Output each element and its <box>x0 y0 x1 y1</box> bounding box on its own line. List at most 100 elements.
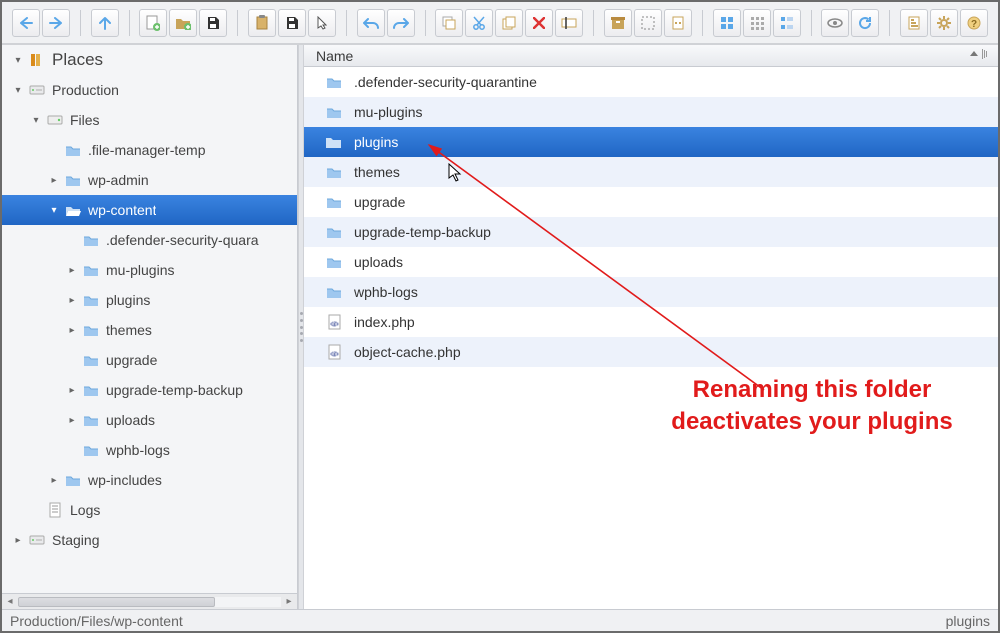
tree-item-label: wp-content <box>88 202 156 218</box>
list-item-label: index.php <box>354 314 415 330</box>
grid-small-icon <box>750 16 764 30</box>
tree-item-label: uploads <box>106 412 155 428</box>
tree-item-file-manager-temp[interactable]: .file-manager-temp <box>2 135 297 165</box>
annotation-text: Renaming this folder deactivates your pl… <box>652 374 972 439</box>
list-item-wphb-logs[interactable]: wphb-logs <box>304 277 998 307</box>
tree-item-wp-content[interactable]: ▾ wp-content <box>2 195 297 225</box>
disclosure-triangle[interactable]: ▸ <box>12 534 24 546</box>
file-list[interactable]: .defender-security-quarantinemu-pluginsp… <box>304 67 998 609</box>
column-header-name[interactable]: Name <box>304 45 998 67</box>
help-button[interactable]: ? <box>960 9 988 37</box>
tree-item-wphb-logs[interactable]: wphb-logs <box>2 435 297 465</box>
list-item-mu-plugins[interactable]: mu-plugins <box>304 97 998 127</box>
folder-icon <box>82 291 100 309</box>
level-up-button[interactable] <box>91 9 119 37</box>
disclosure-triangle[interactable]: ▸ <box>66 414 78 426</box>
view-small-icons-button[interactable] <box>743 9 771 37</box>
list-item-uploads[interactable]: uploads <box>304 247 998 277</box>
rename-button[interactable] <box>555 9 583 37</box>
sort-indicator <box>970 49 988 59</box>
tree-item-logs[interactable]: Logs <box>2 495 297 525</box>
tree-item-production[interactable]: ▾Production <box>2 75 297 105</box>
tree-item-uploads[interactable]: ▸ uploads <box>2 405 297 435</box>
tree-item-themes[interactable]: ▸themes <box>2 315 297 345</box>
undo-button[interactable] <box>357 9 385 37</box>
disclosure-triangle[interactable]: ▾ <box>48 204 60 216</box>
list-item-themes[interactable]: themes <box>304 157 998 187</box>
list-item-plugins[interactable]: plugins <box>304 127 998 157</box>
copy-button[interactable] <box>435 9 463 37</box>
list-item-defender-security-quarantine[interactable]: .defender-security-quarantine <box>304 67 998 97</box>
settings-button[interactable] <box>930 9 958 37</box>
paste-button[interactable] <box>248 9 276 37</box>
disclosure-triangle[interactable]: ▸ <box>66 294 78 306</box>
sidebar-horizontal-scrollbar[interactable]: ◂ ▸ <box>2 593 297 609</box>
folder-icon <box>324 102 344 122</box>
arrow-right-icon <box>49 17 63 29</box>
disk-icon <box>285 16 299 30</box>
scrollbar-thumb[interactable] <box>18 597 215 607</box>
tree-item-upgrade[interactable]: upgrade <box>2 345 297 375</box>
annotation-line-2: deactivates your plugins <box>652 406 972 438</box>
list-item-object-cache-php[interactable]: phpobject-cache.php <box>304 337 998 367</box>
tree-item-wp-includes[interactable]: ▸wp-includes <box>2 465 297 495</box>
sort-button[interactable] <box>900 9 928 37</box>
tree-item-places[interactable]: ▾Places <box>2 45 297 75</box>
toolbar-separator <box>889 10 890 36</box>
list-item-index-php[interactable]: phpindex.php <box>304 307 998 337</box>
tree-item-mu-plugins[interactable]: ▸mu-plugins <box>2 255 297 285</box>
view-list-button[interactable] <box>773 9 801 37</box>
select-all-button[interactable] <box>634 9 662 37</box>
save-button[interactable] <box>199 9 227 37</box>
sidebar-tree[interactable]: ▾Places▾Production▾Files.file-manager-te… <box>2 45 297 593</box>
disclosure-triangle[interactable]: ▾ <box>12 54 24 66</box>
toolbar-separator <box>593 10 594 36</box>
disclosure-triangle[interactable]: ▸ <box>48 474 60 486</box>
tree-item-upgrade-temp-backup[interactable]: ▸upgrade-temp-backup <box>2 375 297 405</box>
folder-icon <box>82 381 100 399</box>
disclosure-triangle[interactable]: ▸ <box>48 174 60 186</box>
tree-item-defender-security-quara[interactable]: .defender-security-quara <box>2 225 297 255</box>
disclosure-triangle[interactable]: ▸ <box>66 384 78 396</box>
disclosure-triangle[interactable]: ▾ <box>12 84 24 96</box>
duplicate-button[interactable] <box>495 9 523 37</box>
duplicate-icon <box>502 16 516 30</box>
list-item-upgrade[interactable]: upgrade <box>304 187 998 217</box>
preview-button[interactable] <box>821 9 849 37</box>
new-file-button[interactable] <box>139 9 167 37</box>
disclosure-triangle[interactable]: ▸ <box>66 324 78 336</box>
nav-forward-button[interactable] <box>42 9 70 37</box>
scrollbar-track[interactable] <box>18 597 281 607</box>
nav-back-button[interactable] <box>12 9 40 37</box>
rename-icon <box>561 17 577 29</box>
scroll-right-arrow[interactable]: ▸ <box>281 595 297 609</box>
delete-button[interactable] <box>525 9 553 37</box>
permissions-button[interactable] <box>664 9 692 37</box>
disclosure-triangle <box>66 354 78 366</box>
save-all-button[interactable] <box>278 9 306 37</box>
tree-item-files[interactable]: ▾Files <box>2 105 297 135</box>
select-cursor-button[interactable] <box>308 9 336 37</box>
main-area: ▾Places▾Production▾Files.file-manager-te… <box>2 44 998 609</box>
disclosure-triangle[interactable]: ▾ <box>30 114 42 126</box>
view-large-icons-button[interactable] <box>713 9 741 37</box>
folder-icon <box>324 72 344 92</box>
scroll-left-arrow[interactable]: ◂ <box>2 595 18 609</box>
redo-button[interactable] <box>387 9 415 37</box>
new-folder-icon <box>175 16 191 30</box>
disclosure-triangle[interactable]: ▸ <box>66 264 78 276</box>
tree-item-staging[interactable]: ▸ Staging <box>2 525 297 555</box>
refresh-button[interactable] <box>851 9 879 37</box>
tree-item-label: Staging <box>52 532 99 548</box>
tree-item-wp-admin[interactable]: ▸wp-admin <box>2 165 297 195</box>
new-file-icon <box>146 15 160 31</box>
archive-button[interactable] <box>604 9 632 37</box>
folder-icon <box>324 162 344 182</box>
cut-button[interactable] <box>465 9 493 37</box>
select-all-icon <box>641 16 655 30</box>
new-folder-button[interactable] <box>169 9 197 37</box>
tree-item-plugins[interactable]: ▸plugins <box>2 285 297 315</box>
list-item-upgrade-temp-backup[interactable]: upgrade-temp-backup <box>304 217 998 247</box>
redo-icon <box>393 17 409 29</box>
folder-icon <box>82 351 100 369</box>
